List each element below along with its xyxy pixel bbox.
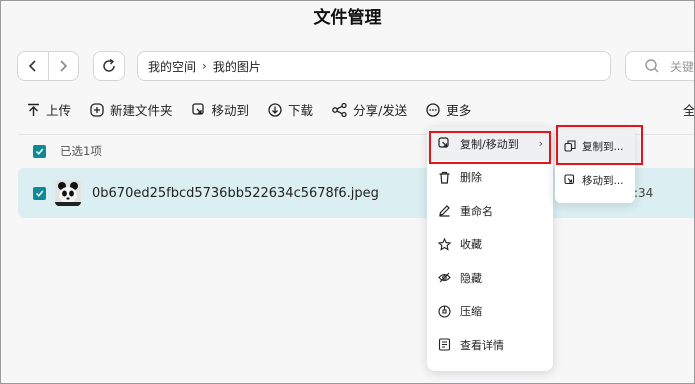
toolbar: 上传 新建文件夹 移动到 下载 分享/发送 更多 bbox=[27, 100, 490, 119]
panda-thumbnail bbox=[55, 180, 81, 206]
submenu-item-label: 移动到... bbox=[582, 174, 624, 187]
submenu-item-move-to[interactable]: 移动到... bbox=[555, 163, 635, 197]
breadcrumb-item-space[interactable]: 我的空间 bbox=[148, 58, 196, 75]
plus-circle-icon bbox=[90, 102, 104, 117]
menu-item-details[interactable]: 查看详情 bbox=[427, 328, 553, 362]
search-placeholder: 关键 bbox=[670, 59, 695, 74]
check-icon bbox=[35, 148, 44, 155]
compress-icon bbox=[438, 305, 451, 318]
menu-item-copy-move[interactable]: 复制/移动到 › bbox=[427, 127, 553, 161]
app-window: 文件管理 我的空间 › 我的图片 关键 上传 新建文件夹 移动到 下载 分享/发… bbox=[0, 0, 695, 384]
more-button[interactable]: 更多 bbox=[426, 100, 471, 119]
trash-icon bbox=[439, 171, 450, 184]
new-folder-button[interactable]: 新建文件夹 bbox=[90, 100, 173, 119]
back-button[interactable] bbox=[18, 52, 48, 80]
menu-item-label: 压缩 bbox=[460, 305, 482, 319]
share-icon bbox=[332, 102, 347, 117]
menu-item-label: 隐藏 bbox=[460, 271, 482, 285]
move-to-label: 移动到 bbox=[211, 103, 250, 118]
forward-button[interactable] bbox=[49, 52, 79, 80]
move-icon bbox=[191, 102, 204, 115]
refresh-icon bbox=[103, 58, 115, 72]
file-name: 0b670ed25fbcd5736bb522634c5678f6.jpeg bbox=[92, 185, 379, 201]
upload-button[interactable]: 上传 bbox=[27, 100, 71, 119]
submenu-item-label: 复制到... bbox=[582, 140, 624, 153]
download-icon bbox=[268, 102, 282, 117]
upload-label: 上传 bbox=[46, 103, 72, 118]
menu-item-label: 重命名 bbox=[460, 204, 493, 218]
copy-move-submenu: 复制到... 移动到... bbox=[555, 129, 635, 203]
eye-off-icon bbox=[438, 272, 451, 283]
new-folder-label: 新建文件夹 bbox=[110, 103, 173, 118]
select-all-button[interactable]: 全 bbox=[683, 100, 694, 119]
share-button[interactable]: 分享/发送 bbox=[332, 100, 407, 119]
copy-icon bbox=[564, 140, 576, 152]
menu-item-delete[interactable]: 删除 bbox=[427, 161, 553, 195]
breadcrumb-item-pictures[interactable]: 我的图片 bbox=[213, 58, 261, 75]
move-icon bbox=[564, 174, 575, 185]
menu-item-label: 查看详情 bbox=[460, 338, 504, 352]
download-label: 下载 bbox=[288, 103, 314, 118]
history-nav bbox=[17, 51, 79, 81]
search-input[interactable]: 关键 bbox=[625, 51, 695, 81]
copy-move-icon bbox=[438, 137, 449, 148]
refresh-button[interactable] bbox=[93, 51, 125, 81]
menu-item-hide[interactable]: 隐藏 bbox=[427, 261, 553, 295]
search-icon bbox=[645, 59, 659, 73]
selected-count: 已选1项 bbox=[60, 144, 102, 158]
select-all-checkbox[interactable] bbox=[33, 144, 46, 158]
row-checkbox[interactable] bbox=[33, 186, 46, 200]
share-label: 分享/发送 bbox=[353, 103, 408, 118]
menu-item-compress[interactable]: 压缩 bbox=[427, 295, 553, 329]
pencil-icon bbox=[439, 205, 450, 217]
window-title: 文件管理 bbox=[313, 8, 382, 28]
submenu-item-copy-to[interactable]: 复制到... bbox=[555, 129, 635, 163]
more-icon bbox=[426, 102, 440, 117]
menu-item-label: 收藏 bbox=[460, 238, 482, 252]
download-button[interactable]: 下载 bbox=[268, 100, 313, 119]
menu-item-rename[interactable]: 重命名 bbox=[427, 194, 553, 228]
menu-item-label: 删除 bbox=[460, 171, 482, 185]
breadcrumb: 我的空间 › 我的图片 bbox=[137, 51, 611, 81]
check-icon bbox=[35, 190, 44, 197]
star-icon bbox=[438, 237, 451, 251]
details-icon bbox=[438, 338, 451, 351]
chevron-right-icon bbox=[60, 60, 68, 72]
file-thumbnail bbox=[55, 180, 81, 206]
chevron-right-icon: › bbox=[538, 137, 543, 151]
context-menu: 复制/移动到 › 删除 重命名 收藏 隐藏 压缩 查看详情 bbox=[427, 127, 553, 371]
chevron-left-icon bbox=[28, 60, 36, 72]
menu-item-label: 复制/移动到 bbox=[460, 137, 519, 151]
upload-icon bbox=[28, 103, 39, 116]
file-modified-time: :34 bbox=[634, 186, 654, 200]
menu-item-favorite[interactable]: 收藏 bbox=[427, 228, 553, 262]
move-to-button[interactable]: 移动到 bbox=[191, 100, 250, 119]
more-label: 更多 bbox=[446, 103, 472, 118]
chevron-right-icon: › bbox=[202, 59, 207, 73]
